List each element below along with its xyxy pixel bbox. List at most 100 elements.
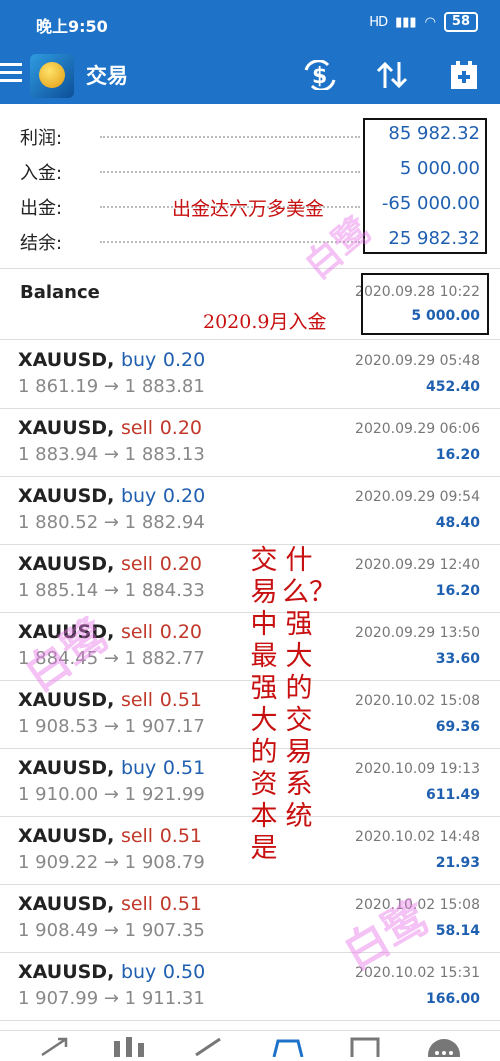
trade-lots: 0.20 — [159, 621, 203, 643]
trade-profit: 58.14 — [435, 923, 480, 939]
symbol-name: XAUUSD, — [18, 961, 115, 983]
trade-profit: 33.60 — [435, 651, 480, 667]
trade-date: 2020.10.02 15:08 — [355, 693, 480, 709]
trade-symbol: XAUUSD, buy 0.20 — [18, 349, 205, 371]
trade-side: sell — [120, 689, 154, 711]
trade-symbol: XAUUSD, buy 0.50 — [18, 961, 205, 983]
symbol-name: XAUUSD, — [18, 689, 115, 711]
app-bar: 交易 $ — [0, 46, 500, 104]
cellular-icon: ▮▮▮ — [395, 14, 417, 30]
wifi-icon: ◠ — [424, 14, 436, 30]
trade-side: sell — [120, 417, 154, 439]
trade-lots: 0.51 — [159, 825, 203, 847]
trade-side: sell — [120, 825, 154, 847]
trade-icon[interactable] — [190, 1035, 230, 1057]
trade-profit: 48.40 — [435, 515, 480, 531]
chat-icon[interactable] — [424, 1035, 464, 1061]
symbol-name: XAUUSD, — [18, 825, 115, 847]
trade-prices: 1 909.22 → 1 908.79 — [18, 852, 205, 873]
trade-side: sell — [120, 621, 154, 643]
summary-label: 出金: — [20, 198, 63, 219]
trade-lots: 0.20 — [162, 349, 206, 371]
add-calendar-icon[interactable] — [444, 58, 484, 92]
status-icons: HD ▮▮▮ ◠ 58 — [369, 12, 478, 32]
trade-profit: 69.36 — [435, 719, 480, 735]
svg-text:$: $ — [312, 64, 327, 89]
symbol-name: XAUUSD, — [18, 553, 115, 575]
status-bar: 晚上9:50 HD ▮▮▮ ◠ 58 — [0, 0, 500, 46]
annotation-text: 交易中最强大的资本是 — [250, 545, 278, 864]
trade-profit: 611.49 — [425, 787, 480, 803]
history-icon[interactable] — [268, 1035, 308, 1058]
trade-prices: 1 908.53 → 1 907.17 — [18, 716, 205, 737]
annotation-vertical-right: 什么？强大的交易系统 — [282, 545, 336, 833]
bottom-navigation — [0, 1030, 500, 1061]
trade-profit: 16.20 — [435, 447, 480, 463]
trade-date: 2020.10.02 14:48 — [355, 829, 480, 845]
trade-side: sell — [120, 893, 154, 915]
trade-row[interactable]: XAUUSD, buy 0.20 1 880.52 → 1 882.94 2020.… — [0, 477, 500, 545]
trade-row[interactable]: XAUUSD, sell 0.20 1 883.94 → 1 883.13 2020… — [0, 409, 500, 477]
trade-prices: 1 861.19 → 1 883.81 — [18, 376, 205, 397]
news-icon[interactable] — [346, 1035, 386, 1061]
summary-label: 入金: — [20, 163, 63, 184]
dotted-leader — [100, 136, 360, 138]
trade-profit: 452.40 — [425, 379, 480, 395]
menu-icon[interactable] — [0, 58, 24, 88]
currency-exchange-icon[interactable]: $ — [300, 58, 340, 92]
annotation-box-summary — [363, 118, 487, 254]
annotation-withdraw-note: 出金达六万多美金 — [172, 198, 325, 220]
trade-side: buy — [120, 961, 157, 983]
quotes-icon[interactable] — [36, 1035, 76, 1057]
annotation-text: 什么？强大的交易系统 — [282, 545, 336, 832]
trade-side: buy — [120, 485, 157, 507]
trade-prices: 1 907.99 → 1 911.31 — [18, 988, 205, 1009]
sort-icon[interactable] — [372, 58, 412, 92]
trade-profit: 166.00 — [425, 991, 480, 1007]
trade-row[interactable]: XAUUSD, buy 0.50 1 907.99 → 1 911.31 2020.… — [0, 953, 500, 1021]
trade-symbol: XAUUSD, buy 0.20 — [18, 485, 205, 507]
balance-title: Balance — [20, 282, 100, 303]
trade-prices: 1 885.14 → 1 884.33 — [18, 580, 205, 601]
trade-date: 2020.09.29 05:48 — [355, 353, 480, 369]
annotation-vertical-left: 交易中最强大的资本是 — [247, 545, 281, 865]
trade-side: buy — [120, 349, 157, 371]
trade-prices: 1 883.94 → 1 883.13 — [18, 444, 205, 465]
symbol-name: XAUUSD, — [18, 417, 115, 439]
trade-profit: 21.93 — [435, 855, 480, 871]
app-logo — [30, 54, 74, 98]
trade-date: 2020.09.29 12:40 — [355, 557, 480, 573]
trade-symbol: XAUUSD, sell 0.20 — [18, 417, 202, 439]
summary-label: 利润: — [20, 128, 63, 149]
trade-lots: 0.20 — [159, 553, 203, 575]
trade-date: 2020.10.09 19:13 — [355, 761, 480, 777]
symbol-name: XAUUSD, — [18, 893, 115, 915]
trade-date: 2020.09.29 06:06 — [355, 421, 480, 437]
symbol-name: XAUUSD, — [18, 349, 115, 371]
status-time: 晚上9:50 — [36, 17, 108, 36]
trade-symbol: XAUUSD, sell 0.51 — [18, 893, 202, 915]
signal-icon: HD — [369, 14, 388, 30]
trade-lots: 0.20 — [162, 485, 206, 507]
trade-symbol: XAUUSD, sell 0.20 — [18, 553, 202, 575]
trade-profit: 16.20 — [435, 583, 480, 599]
annotation-box-balance — [361, 273, 489, 335]
trade-symbol: XAUUSD, sell 0.51 — [18, 825, 202, 847]
trade-lots: 0.51 — [162, 757, 206, 779]
trade-side: sell — [120, 553, 154, 575]
trade-lots: 0.51 — [159, 689, 203, 711]
trade-lots: 0.20 — [159, 417, 203, 439]
chart-icon[interactable] — [110, 1035, 150, 1057]
trade-date: 2020.09.29 13:50 — [355, 625, 480, 641]
annotation-deposit-note: 2020.9月入金 — [203, 311, 327, 333]
battery-icon: 58 — [443, 12, 478, 32]
trade-row[interactable]: XAUUSD, buy 0.20 1 861.19 → 1 883.81 2020.… — [0, 341, 500, 409]
symbol-name: XAUUSD, — [18, 757, 115, 779]
page-title: 交易 — [86, 64, 128, 88]
trade-prices: 1 880.52 → 1 882.94 — [18, 512, 205, 533]
dotted-leader — [100, 171, 360, 173]
trade-symbol: XAUUSD, buy 0.51 — [18, 757, 205, 779]
trade-lots: 0.50 — [162, 961, 206, 983]
trade-side: buy — [120, 757, 157, 779]
trade-lots: 0.51 — [159, 893, 203, 915]
